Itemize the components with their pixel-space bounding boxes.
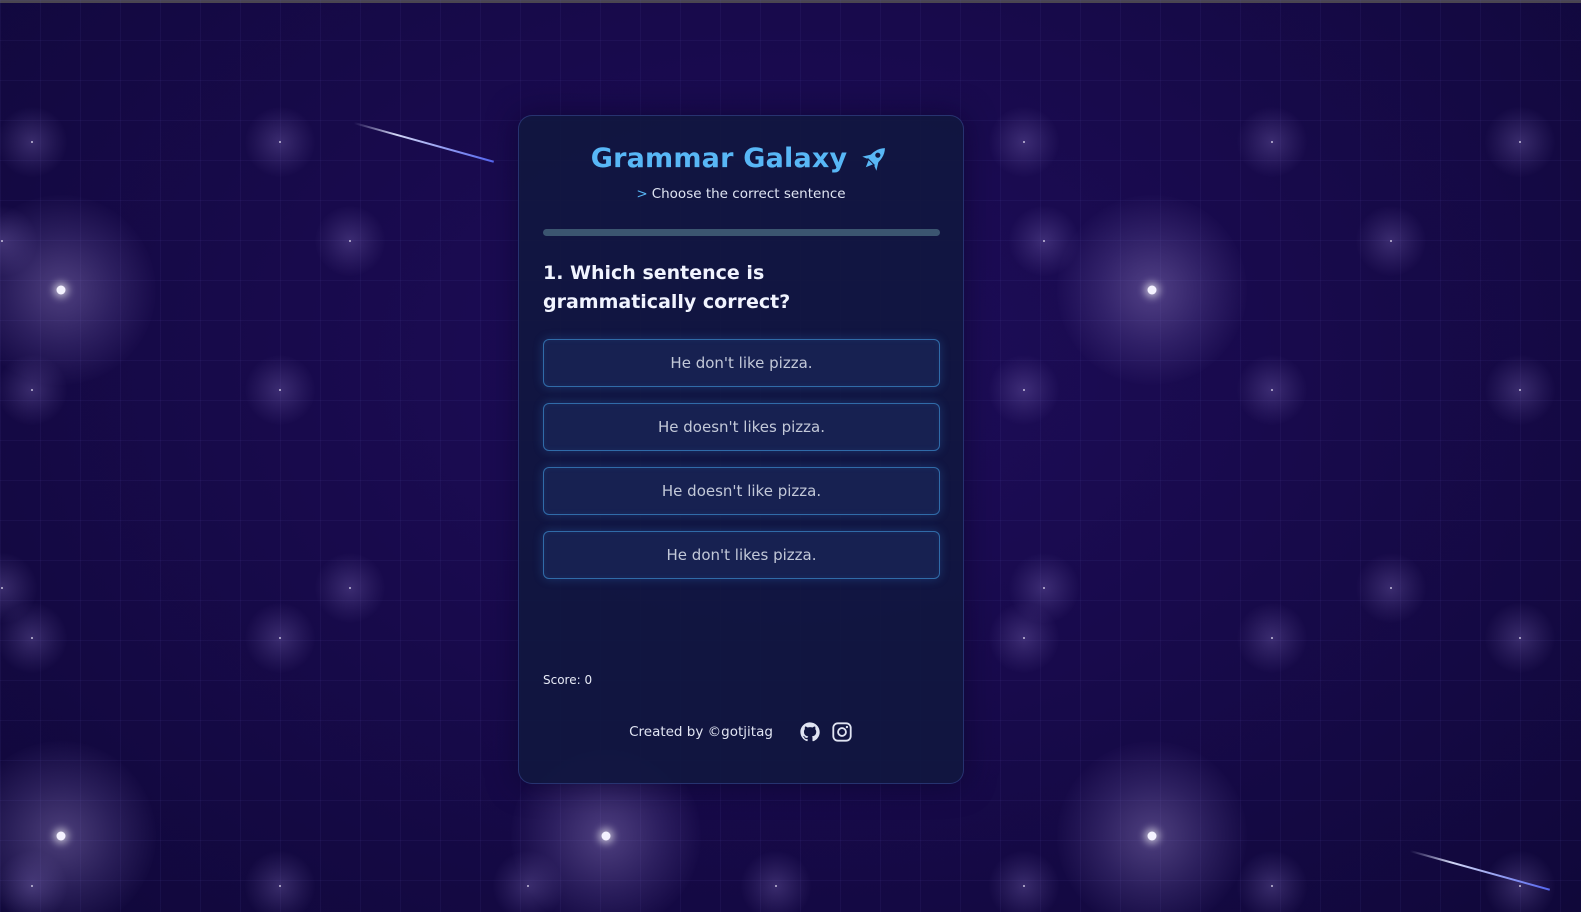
instagram-icon[interactable]	[831, 721, 853, 743]
answer-option-3[interactable]: He doesn't like pizza.	[543, 467, 940, 515]
prompt-chevron: >	[636, 186, 648, 202]
instruction-text: > Choose the correct sentence	[519, 186, 963, 202]
header: Grammar Galaxy	[519, 142, 963, 174]
answer-option-2[interactable]: He doesn't likes pizza.	[543, 403, 940, 451]
score-text: Score: 0	[543, 673, 593, 687]
github-icon[interactable]	[799, 721, 821, 743]
question-text: 1. Which sentence is grammatically corre…	[543, 262, 791, 313]
app-title: Grammar Galaxy	[590, 142, 848, 174]
answer-option-4[interactable]: He don't likes pizza.	[543, 531, 940, 579]
quiz-card: Grammar Galaxy > Choose the correct sente…	[518, 115, 964, 784]
answer-option-1[interactable]: He don't like pizza.	[543, 339, 940, 387]
footer: Created by ©gotjitag	[519, 721, 963, 743]
credit-text: Created by ©gotjitag	[629, 724, 773, 740]
answer-options: He don't like pizza. He doesn't likes pi…	[543, 339, 940, 595]
rocket-icon	[862, 148, 886, 171]
progress-bar	[543, 229, 940, 236]
instruction-label: Choose the correct sentence	[651, 186, 846, 202]
